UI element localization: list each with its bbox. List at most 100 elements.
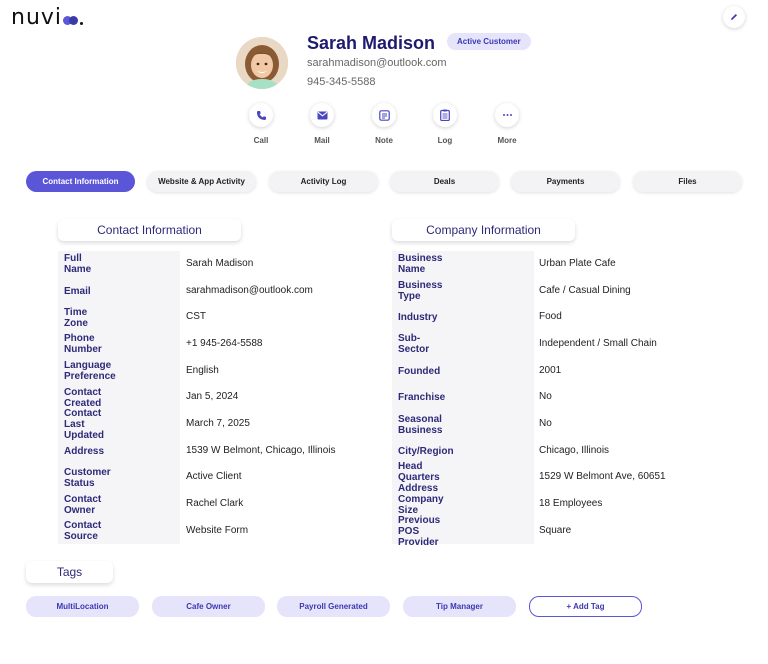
company-field-label: Business Type [398, 280, 443, 303]
company-field-label: Company Size [398, 493, 444, 516]
contact-field-label: Phone Number [64, 333, 102, 356]
contact-row: Full Name Sarah Madison [58, 251, 253, 278]
tags-heading: Tags [26, 561, 113, 583]
brand-logo-mark [63, 16, 79, 25]
contact-field-value: Sarah Madison [186, 257, 254, 269]
company-row: Founded 2001 [392, 358, 561, 385]
status-badge: Active Customer [447, 33, 531, 50]
more-label: More [497, 136, 517, 145]
mail-label: Mail [314, 136, 330, 145]
contact-field-value: Jan 5, 2024 [186, 391, 239, 403]
pencil-icon [731, 14, 737, 20]
contact-field-label: Contact Last Updated [64, 408, 104, 442]
company-row: Sub-Sector Independent / Small Chain [392, 331, 657, 358]
contact-info-heading: Contact Information [58, 219, 241, 241]
company-field-value: Square [539, 524, 572, 536]
tag-chip[interactable]: Cafe Owner [152, 596, 265, 617]
call-label: Call [253, 136, 269, 145]
contact-field-label: Address [64, 445, 105, 457]
contact-row: Address 1539 W Belmont, Chicago, Illinois [58, 438, 336, 465]
contact-field-value: CST [186, 311, 206, 323]
contact-field-label: Email [64, 285, 91, 297]
company-field-value: Independent / Small Chain [539, 337, 657, 349]
log-action[interactable]: Log [425, 103, 465, 145]
contact-row: Customer Status Active Client [58, 465, 242, 492]
contact-phone[interactable]: 945-345-5588 [307, 76, 376, 88]
contact-row: Phone Number +1 945-264-5588 [58, 331, 262, 358]
contact-field-value: Active Client [186, 471, 242, 483]
note-label: Note [375, 136, 393, 145]
more-icon [502, 114, 512, 116]
call-action[interactable]: Call [241, 103, 281, 145]
log-label: Log [437, 136, 453, 145]
brand-logo: nuvi [11, 5, 84, 30]
tab-payments[interactable]: Payments [511, 171, 620, 192]
tab-activity-log[interactable]: Activity Log [269, 171, 378, 192]
contact-field-value: Website Form [186, 524, 249, 536]
contact-field-value: March 7, 2025 [186, 418, 250, 430]
company-row: Head Quarters Address 1529 W Belmont Ave,… [392, 461, 666, 494]
contact-row: Contact Last Updated March 7, 2025 [58, 408, 250, 442]
company-row: Previous POS Provider Square [392, 514, 571, 548]
brand-name: nuvi [11, 5, 63, 30]
contact-field-value: 1539 W Belmont, Chicago, Illinois [186, 444, 336, 456]
contact-field-label: Language Preference [64, 360, 116, 383]
company-field-value: 18 Employees [539, 498, 603, 510]
contact-row: Language Preference English [58, 358, 219, 385]
company-field-value: 1529 W Belmont Ave, 60651 [539, 471, 666, 483]
company-row: Business Name Urban Plate Cafe [392, 251, 616, 278]
company-field-value: Urban Plate Cafe [539, 257, 616, 269]
company-field-label: Founded [398, 365, 441, 377]
company-field-label: City/Region [398, 445, 454, 457]
contact-field-label: Customer Status [64, 466, 111, 489]
company-row: Business Type Cafe / Casual Dining [392, 278, 631, 305]
company-field-value: No [539, 391, 552, 403]
more-action[interactable]: More [487, 103, 527, 145]
tag-chip[interactable]: Tip Manager [403, 596, 516, 617]
contact-field-label: Contact Created [64, 386, 102, 409]
company-field-value: Cafe / Casual Dining [539, 284, 631, 296]
tab-deals[interactable]: Deals [390, 171, 499, 192]
mail-action[interactable]: Mail [302, 103, 342, 145]
company-field-label: Business Name [398, 253, 443, 276]
add-tag-button[interactable]: + Add Tag [529, 596, 642, 617]
tab-files[interactable]: Files [633, 171, 742, 192]
company-field-value: No [539, 418, 552, 430]
contact-row: Time Zone CST [58, 304, 206, 331]
tag-chip[interactable]: MultiLocation [26, 596, 139, 617]
clipboard-icon [440, 109, 450, 121]
company-row: Franchise No [392, 385, 552, 412]
company-field-value: Chicago, Illinois [539, 444, 610, 456]
contact-field-value: English [186, 364, 219, 376]
contact-row: Email sarahmadison@outlook.com [58, 278, 313, 305]
contact-field-label: Full Name [64, 253, 92, 276]
tab-website-app-activity[interactable]: Website & App Activity [147, 171, 256, 192]
tab-contact-information[interactable]: Contact Information [26, 171, 135, 192]
company-field-value: 2001 [539, 364, 562, 376]
mail-icon [317, 111, 327, 119]
contact-field-label: Time Zone [64, 306, 88, 329]
company-field-label: Seasonal Business [398, 413, 443, 436]
phone-icon [256, 110, 266, 120]
contact-field-value: Rachel Clark [186, 498, 244, 510]
contact-email[interactable]: sarahmadison@outlook.com [307, 57, 447, 69]
contact-row: Contact Source Website Form [58, 518, 248, 545]
note-action[interactable]: Note [364, 103, 404, 145]
company-field-label: Franchise [398, 392, 446, 404]
tag-chip[interactable]: Payroll Generated [277, 596, 390, 617]
company-field-label: Sub-Sector [398, 333, 430, 356]
contact-name: Sarah Madison [307, 33, 436, 53]
company-row: Industry Food [392, 304, 562, 331]
contact-field-label: Contact Source [64, 520, 102, 543]
company-field-label: Previous POS Provider [398, 514, 441, 548]
company-field-label: Head Quarters Address [398, 461, 440, 495]
contact-field-label: Contact Owner [64, 493, 102, 516]
note-icon [378, 109, 390, 121]
contact-field-value: sarahmadison@outlook.com [186, 284, 313, 296]
company-info-heading: Company Information [392, 219, 575, 241]
company-field-label: Industry [398, 312, 438, 324]
company-field-value: Food [539, 311, 562, 323]
edit-button[interactable] [723, 6, 745, 28]
contact-field-value: +1 945-264-5588 [186, 337, 263, 349]
avatar [236, 37, 288, 89]
